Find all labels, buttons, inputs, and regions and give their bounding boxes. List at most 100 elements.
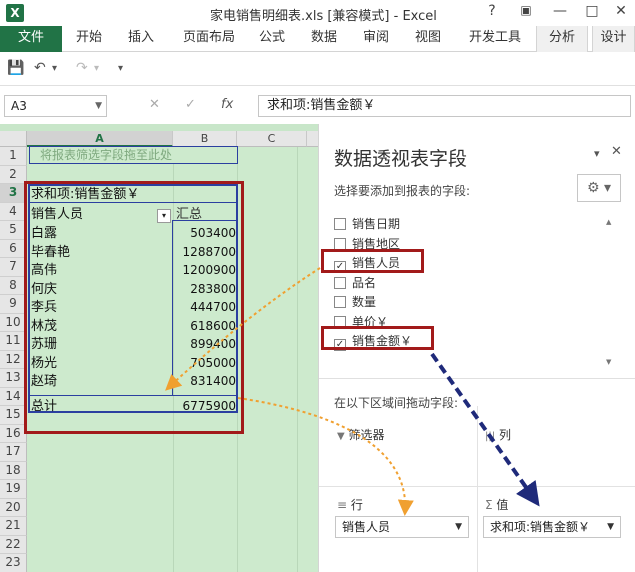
gear-icon[interactable]: ⚙ ▾ bbox=[577, 174, 621, 202]
field-item[interactable]: 销售日期 bbox=[334, 214, 400, 234]
maximize-button[interactable]: □ bbox=[578, 3, 606, 19]
highlight-pivot-table bbox=[24, 181, 244, 434]
select-all-corner[interactable] bbox=[0, 131, 27, 147]
tab-analyze[interactable]: 分析 bbox=[536, 26, 588, 52]
rows-field-chip[interactable]: 销售人员 ▼ bbox=[335, 516, 469, 538]
undo-dropdown-icon[interactable]: ▾ bbox=[52, 63, 57, 74]
row-header[interactable]: 3 bbox=[0, 184, 27, 203]
divider bbox=[319, 378, 635, 379]
field-list-scrollbar[interactable]: ▲ ▼ bbox=[606, 218, 614, 368]
tab-data[interactable]: 数据 bbox=[304, 26, 344, 52]
redo-dropdown-icon[interactable]: ▾ bbox=[94, 63, 99, 74]
row-header[interactable]: 7 bbox=[0, 258, 27, 277]
tab-file[interactable]: 文件 bbox=[0, 26, 62, 52]
save-icon[interactable]: 💾 bbox=[7, 60, 24, 76]
window-title: 家电销售明细表.xls [兼容模式] - Excel bbox=[210, 9, 437, 24]
filters-area-label[interactable]: ▼ 筛选器 bbox=[337, 426, 385, 443]
pane-close-icon[interactable]: ✕ bbox=[611, 144, 622, 159]
title-bar: X 家电销售明细表.xls [兼容模式] - Excel ? ▣ — □ ✕ bbox=[0, 0, 635, 26]
divider bbox=[319, 486, 635, 487]
chevron-down-icon[interactable]: ▼ bbox=[95, 96, 102, 116]
scroll-up-icon[interactable]: ▲ bbox=[606, 218, 611, 226]
chevron-down-icon[interactable]: ▼ bbox=[455, 517, 462, 537]
customize-qat-icon[interactable]: ▾ bbox=[118, 63, 123, 74]
undo-icon[interactable]: ↶ bbox=[34, 60, 46, 76]
tab-insert[interactable]: 插入 bbox=[118, 26, 164, 52]
close-button[interactable]: ✕ bbox=[607, 3, 635, 19]
pivot-field-list-pane: 数据透视表字段 ▾ ✕ 选择要添加到报表的字段: ⚙ ▾ 销售日期 销售地区 ✓ 销售… bbox=[318, 124, 635, 572]
row-header[interactable]: 11 bbox=[0, 332, 27, 351]
values-label: 值 bbox=[496, 498, 509, 512]
checkbox-icon[interactable] bbox=[334, 237, 346, 250]
row-header[interactable]: 21 bbox=[0, 517, 27, 536]
checkbox-icon[interactable] bbox=[334, 296, 346, 308]
values-field-value: 求和项:销售金额￥ bbox=[490, 520, 591, 534]
drag-hint: 在以下区域间拖动字段: bbox=[334, 396, 459, 410]
row-header[interactable]: 18 bbox=[0, 461, 27, 480]
ribbon-display-icon[interactable]: ▣ bbox=[512, 3, 540, 17]
column-header-a[interactable]: A bbox=[27, 131, 173, 147]
row-header[interactable]: 22 bbox=[0, 535, 27, 554]
row-header[interactable]: 20 bbox=[0, 498, 27, 517]
row-header[interactable]: 8 bbox=[0, 276, 27, 295]
field-item[interactable]: 数量 bbox=[334, 292, 376, 312]
field-item[interactable]: 品名 bbox=[334, 273, 376, 293]
values-field-chip[interactable]: 求和项:销售金额￥ ▼ bbox=[483, 516, 621, 538]
tab-developer[interactable]: 开发工具 bbox=[462, 26, 528, 52]
checkbox-icon[interactable] bbox=[334, 276, 346, 289]
tab-view[interactable]: 视图 bbox=[408, 26, 448, 52]
row-header[interactable]: 19 bbox=[0, 480, 27, 499]
row-header[interactable]: 6 bbox=[0, 239, 27, 258]
worksheet-grid[interactable]: A B C 1 2 3 4 5 6 7 8 9 10 11 12 13 14 15 16 17 18 19 20 21 2… bbox=[0, 124, 318, 572]
enter-icon[interactable]: ✓ bbox=[185, 97, 196, 112]
minimize-button[interactable]: — bbox=[546, 3, 574, 19]
formula-bar: A3 ▼ ✕ ✓ fx 求和项:销售金额￥ bbox=[0, 86, 635, 124]
divider bbox=[477, 406, 478, 572]
tab-formulas[interactable]: 公式 bbox=[252, 26, 292, 52]
row-header[interactable]: 17 bbox=[0, 443, 27, 462]
pane-title: 数据透视表字段 bbox=[334, 148, 468, 170]
chevron-down-icon[interactable]: ▼ bbox=[607, 517, 614, 537]
columns-label: 列 bbox=[498, 428, 511, 442]
filter-icon: ▼ bbox=[337, 431, 345, 442]
values-area-label[interactable]: Σ 值 bbox=[485, 496, 508, 513]
row-header[interactable]: 2 bbox=[0, 165, 27, 184]
formula-input[interactable]: 求和项:销售金额￥ bbox=[258, 95, 631, 117]
insert-function-icon[interactable]: fx bbox=[221, 97, 233, 112]
row-header[interactable]: 4 bbox=[0, 202, 27, 221]
pane-options-icon[interactable]: ▾ bbox=[594, 147, 600, 160]
column-header-b[interactable]: B bbox=[173, 131, 237, 147]
row-header[interactable]: 10 bbox=[0, 313, 27, 332]
row-header[interactable]: 13 bbox=[0, 369, 27, 388]
field-label: 品名 bbox=[352, 275, 377, 290]
sigma-icon: Σ bbox=[485, 498, 493, 512]
tab-design[interactable]: 设计 bbox=[592, 26, 635, 52]
rows-label: 行 bbox=[350, 498, 363, 512]
redo-icon[interactable]: ↷ bbox=[76, 60, 88, 76]
cancel-icon[interactable]: ✕ bbox=[149, 97, 160, 112]
checkbox-icon[interactable] bbox=[334, 218, 346, 230]
tab-home[interactable]: 开始 bbox=[66, 26, 112, 52]
tab-page-layout[interactable]: 页面布局 bbox=[176, 26, 242, 52]
report-filter-drop-area[interactable]: 将报表筛选字段拖至此处 bbox=[29, 146, 238, 164]
row-header[interactable]: 23 bbox=[0, 554, 27, 572]
highlight-field-salesperson bbox=[321, 249, 424, 273]
field-label: 销售日期 bbox=[352, 217, 401, 231]
columns-area-label[interactable]: ||| 列 bbox=[485, 426, 511, 443]
row-header[interactable]: 12 bbox=[0, 350, 27, 369]
row-header[interactable]: 5 bbox=[0, 221, 27, 240]
row-header[interactable]: 15 bbox=[0, 406, 27, 425]
row-header[interactable]: 14 bbox=[0, 387, 27, 406]
ribbon-tabs: 文件 开始 插入 页面布局 公式 数据 审阅 视图 开发工具 分析 设计 bbox=[0, 26, 635, 52]
tab-review[interactable]: 审阅 bbox=[356, 26, 396, 52]
help-icon[interactable]: ? bbox=[478, 3, 506, 19]
scroll-down-icon[interactable]: ▼ bbox=[606, 358, 611, 366]
rows-field-value: 销售人员 bbox=[342, 520, 391, 534]
rows-area-label[interactable]: ≡ 行 bbox=[337, 496, 363, 513]
column-header-d[interactable] bbox=[307, 131, 318, 147]
row-header[interactable]: 16 bbox=[0, 424, 27, 443]
column-header-c[interactable]: C bbox=[237, 131, 307, 147]
name-box[interactable]: A3 ▼ bbox=[4, 95, 107, 117]
row-header[interactable]: 1 bbox=[0, 147, 27, 166]
row-header[interactable]: 9 bbox=[0, 295, 27, 314]
